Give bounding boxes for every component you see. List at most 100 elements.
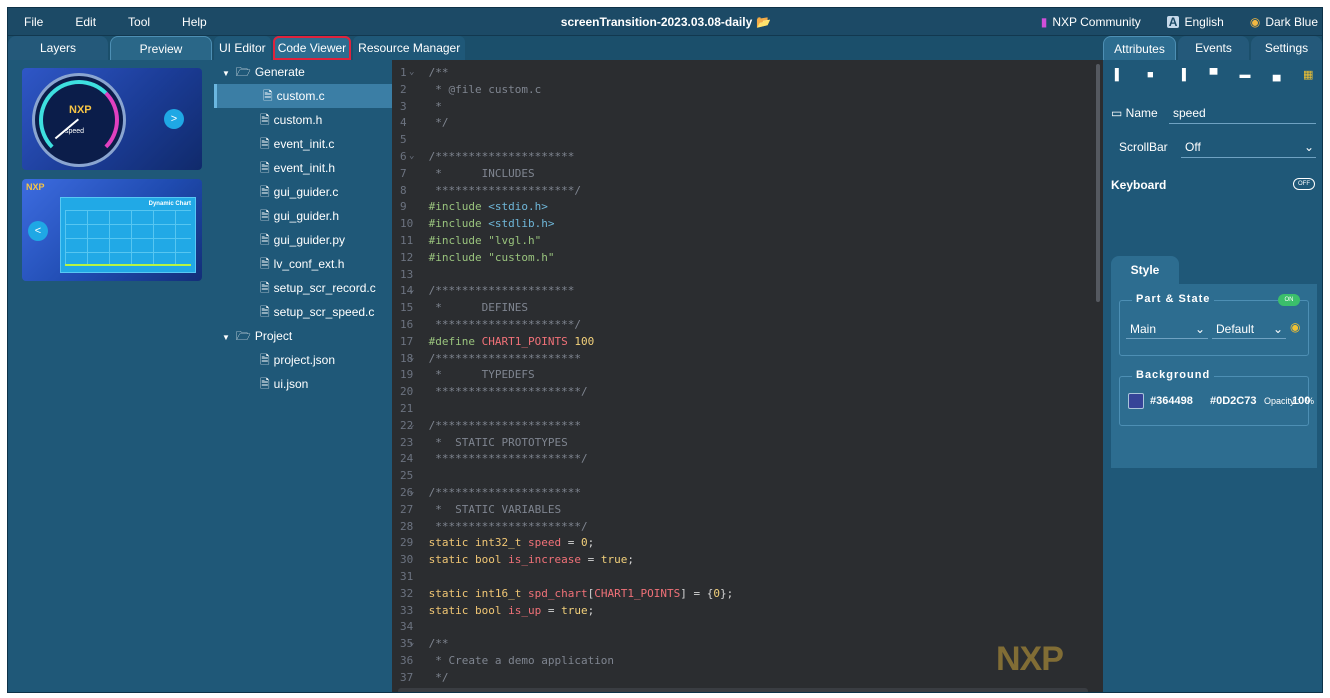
code-line: 25 [400,469,414,483]
file-label: project.json [273,353,336,367]
align-middle-vertical-icon[interactable]: ▬ [1236,66,1254,84]
code-line: 23 * STATIC PROTOTYPES [400,435,568,449]
menu-help[interactable]: Help [166,8,223,36]
code-line: 11 #include "lvgl.h" [400,234,542,247]
code-line: 35 ⌄ /** [400,637,449,651]
file-icon: 🗎 [260,257,270,271]
file-icon: 🗎 [260,305,270,319]
tab-code-viewer[interactable]: Code Viewer [272,36,352,60]
keyboard-label: Keyboard [1111,178,1167,192]
tab-events[interactable]: Events [1178,36,1249,60]
file-label: ui.json [273,377,309,391]
align-bottom-icon[interactable]: ▄ [1268,66,1286,84]
tree-file[interactable]: 🗎 setup_scr_speed.c [214,300,392,324]
bg-color2[interactable]: #0D2C73 [1210,395,1256,407]
keyboard-toggle[interactable]: OFF [1293,178,1315,190]
file-icon: 🗎 [260,233,270,247]
code-line: 15 * DEFINES [400,301,528,315]
code-line: 10 #include <stdlib.h> [400,217,555,231]
tree-file[interactable]: 🗎 event_init.c [214,132,392,156]
menu-tool[interactable]: Tool [112,8,166,36]
scrollbar-thumb[interactable] [1096,64,1100,302]
file-icon: 🗎 [260,353,270,367]
code-line: 34 [400,620,414,634]
code-line: 16 *********************/ [400,318,581,331]
tree-file[interactable]: 🗎 project.json [214,348,392,372]
theme-selector[interactable]: ◉ Dark Blue [1250,15,1318,29]
file-icon: 🗎 [260,113,270,127]
scrollbar-select[interactable]: Off ⌄ [1181,136,1316,158]
tree-file[interactable]: 🗎 gui_guider.py [214,228,392,252]
name-row: ▭ Name speed [1111,100,1316,126]
file-label: custom.h [273,113,323,127]
code-line: 31 [400,570,414,583]
menu-bar: File Edit Tool Help screenTransition-202… [8,8,1322,36]
community-link[interactable]: ▮ NXP Community [1041,15,1141,29]
screen-preview-record[interactable]: NXP < Dynamic Chart [22,179,202,281]
state-select[interactable]: Default ⌄ [1212,319,1286,339]
background-group: Background #364498 #0D2C73 Opacity : 100… [1119,369,1314,426]
right-tab-bar: Attributes Events Settings [1103,36,1322,60]
align-top-icon[interactable]: ▀ [1204,66,1222,84]
tree-file[interactable]: 🗎 setup_scr_record.c [214,276,392,300]
tab-layers[interactable]: Layers [8,36,108,60]
tab-ui-editor[interactable]: UI Editor [214,36,271,60]
tab-preview[interactable]: Preview [110,36,212,60]
chart-grid [65,210,191,264]
part-state-toggle[interactable]: ON [1278,294,1300,306]
menu-right-group: ▮ NXP Community A English ◉ Dark Blue [1015,8,1318,36]
menu-file[interactable]: File [8,8,59,36]
tree-folder-project[interactable]: ▼ 🗁 Project [214,324,392,348]
tab-settings[interactable]: Settings [1251,36,1322,60]
state-value: Default [1216,322,1255,336]
menu-edit[interactable]: Edit [59,8,112,36]
bg-color1[interactable]: #364498 [1150,395,1193,407]
part-select[interactable]: Main ⌄ [1126,319,1208,339]
code-line: 22 ⌄ /********************** [400,418,581,432]
tree-file[interactable]: 🗎 custom.h [214,108,392,132]
tree-file[interactable]: 🗎 ui.json [214,372,392,396]
code-line: 28 **********************/ [400,519,588,533]
tree-folder-generate[interactable]: ▼ 🗁 Generate [214,60,392,84]
code-editor[interactable]: 1 ⌄ /** 2 * @file custom.c 3 * 4 */ 5 6 ⌄ /***… [392,60,1103,692]
tree-file[interactable]: 🗎 custom.c [214,84,392,108]
grid-icon[interactable]: ▦ [1299,66,1317,84]
tree-file[interactable]: 🗎 gui_guider.c [214,180,392,204]
monitor-icon: ▭ [1111,106,1126,120]
gauge-arc [39,80,119,160]
editor-horizontal-scrollbar[interactable] [398,688,1088,692]
code-line: 27 * STATIC VARIABLES [400,502,562,516]
nxp-logo: NXP [26,182,45,192]
dynamic-chart-preview: Dynamic Chart [60,197,196,273]
align-left-icon[interactable]: ▌ [1110,66,1128,84]
name-input[interactable]: speed [1169,102,1316,124]
language-selector[interactable]: A English [1166,15,1224,29]
attributes-panel: ▌ ■ ▐ ▀ ▬ ▄ ▦ ▭ Name speed ScrollBar Off… [1103,60,1322,692]
tab-style[interactable]: Style [1111,256,1179,284]
name-label: ▭ Name [1111,106,1169,120]
tab-resource-manager[interactable]: Resource Manager [353,36,466,60]
code-line: 37 */ [400,670,449,684]
code-line: 3 * [400,99,442,113]
align-right-icon[interactable]: ▐ [1173,66,1191,84]
scrollbar-value: Off [1185,140,1201,154]
file-icon: 🗎 [260,161,270,175]
color-swatch[interactable] [1128,393,1144,409]
screen-preview-speed[interactable]: NXP speed > [22,68,202,170]
code-line: 20 **********************/ [400,385,588,399]
tab-attributes[interactable]: Attributes [1103,36,1176,60]
tree-file[interactable]: 🗎 event_init.h [214,156,392,180]
background-title: Background [1132,369,1215,381]
style-panel: Part & State ON Main ⌄ Default ⌄ ◉ Backgro… [1111,284,1317,468]
code-line: 9 #include <stdio.h> [400,200,548,214]
chevron-down-icon: ⌄ [1194,322,1205,336]
tree-file[interactable]: 🗎 lv_conf_ext.h [214,252,392,276]
tree-file[interactable]: 🗎 gui_guider.h [214,204,392,228]
align-center-horizontal-icon[interactable]: ■ [1141,66,1159,84]
file-tree: ▼ 🗁 Generate 🗎 custom.c 🗎 custom.h 🗎 event_in… [214,60,392,692]
editor-vertical-scrollbar[interactable] [1093,60,1103,692]
eye-icon[interactable]: ◉ [1290,320,1300,334]
folder-open-icon[interactable]: 📂 [756,15,771,29]
code-line: 17 #define CHART1_POINTS 100 [400,334,595,348]
code-line: 29 static int32_t speed = 0; [400,536,595,550]
